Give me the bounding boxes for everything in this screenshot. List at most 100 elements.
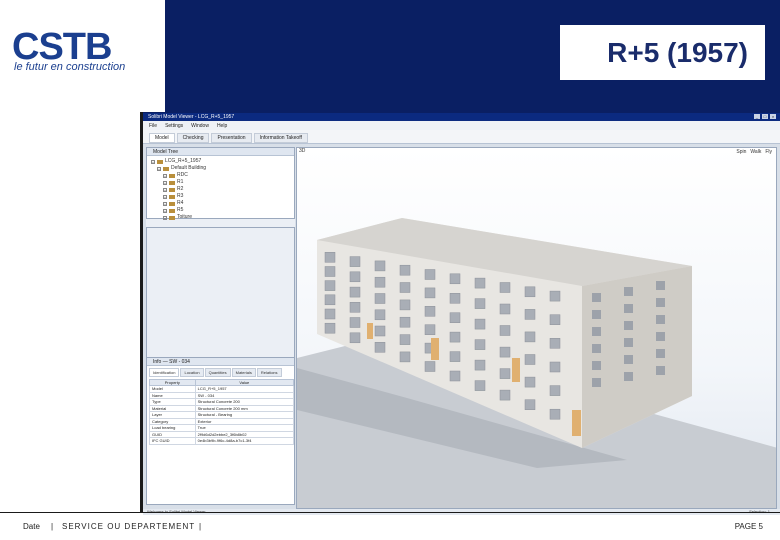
building-window <box>524 399 536 410</box>
building-window <box>624 321 633 330</box>
tree-item[interactable]: + R3 <box>151 193 290 200</box>
building-window <box>374 309 386 321</box>
info-tab-quantities[interactable]: Quantities <box>204 368 231 377</box>
building-window <box>549 290 561 302</box>
building-window <box>324 322 336 334</box>
title-panel: R+5 (1957) <box>560 25 765 80</box>
tree-item[interactable]: + R4 <box>151 200 290 207</box>
building-window <box>474 339 486 350</box>
building-window <box>424 361 436 372</box>
building-window <box>374 293 386 304</box>
info-tab-relations[interactable]: Relations <box>256 368 282 377</box>
menu-window[interactable]: Window <box>191 123 209 129</box>
tree-item[interactable]: + Toiture <box>151 214 290 221</box>
tree-item[interactable]: + R5 <box>151 207 290 214</box>
building-window <box>474 277 486 289</box>
tab-presentation[interactable]: Presentation <box>211 133 252 143</box>
menu-file[interactable]: File <box>149 123 157 129</box>
building-window <box>524 331 536 343</box>
left-margin <box>0 112 143 512</box>
building-window <box>449 351 461 362</box>
close-button[interactable]: × <box>770 114 776 119</box>
building-window <box>349 332 361 344</box>
expand-icon[interactable]: + <box>163 194 167 199</box>
building-window <box>324 308 336 320</box>
property-table: Property Value Model LCG_R+5_1957 Name SW -… <box>149 379 295 445</box>
building-window <box>656 315 665 324</box>
building-window <box>324 252 336 263</box>
tab-checking[interactable]: Checking <box>176 133 210 143</box>
building-window <box>592 361 601 370</box>
expand-icon[interactable]: + <box>163 201 167 206</box>
building-window <box>624 372 633 381</box>
info-tab-identification[interactable]: Identification <box>149 368 180 377</box>
folder-icon <box>157 159 163 164</box>
building-window <box>349 256 361 267</box>
building-window <box>499 303 511 315</box>
left-pane: Model Tree + LCG_R+5_1957 + Default Buildin… <box>146 147 295 509</box>
building-window <box>399 282 411 293</box>
tree-item-label: R3 <box>177 193 184 199</box>
building-window <box>624 355 633 364</box>
cstb-logo: CSTB le futur en construction <box>0 0 160 112</box>
building-window <box>374 260 386 272</box>
building-window <box>474 380 486 391</box>
footer-date: Date <box>23 522 40 531</box>
building-window <box>499 389 511 401</box>
tab-model[interactable]: Model <box>149 133 175 143</box>
model-tree-header: Model Tree <box>147 148 294 156</box>
tree-item-label: R5 <box>177 207 184 213</box>
building-window <box>424 269 436 280</box>
expand-icon[interactable]: + <box>163 180 167 185</box>
footer-separator: | <box>51 522 54 531</box>
tree-item-label: R1 <box>177 179 184 185</box>
building-window <box>374 276 386 288</box>
building-window <box>656 281 665 290</box>
table-row[interactable]: IFC GUID 0e4b3b9b-9f6c-4d8a-b7c1-3f4 <box>149 437 295 445</box>
folder-icon <box>169 208 175 213</box>
building-window <box>549 408 561 420</box>
expand-icon[interactable]: + <box>163 173 167 178</box>
building-3d-model <box>297 218 776 508</box>
tab-information-takeoff[interactable]: Information Takeoff <box>253 133 308 143</box>
info-tab-location[interactable]: Location <box>180 368 204 377</box>
building-window <box>349 271 361 283</box>
building-window <box>474 359 486 371</box>
building-window <box>449 273 461 285</box>
building-window <box>549 314 561 325</box>
menu-settings[interactable]: Settings <box>165 123 183 129</box>
building-window <box>399 351 411 363</box>
expand-icon[interactable]: + <box>157 166 161 171</box>
3d-viewport[interactable]: 3D Spin Walk Fly <box>296 147 777 509</box>
building-window <box>624 338 633 347</box>
tree-item[interactable]: + R1 <box>151 179 290 186</box>
viewer-window: Solibri Model Viewer - LCG_R+5_1957 _ □ … <box>143 112 780 515</box>
model-tree-panel: Model Tree + LCG_R+5_1957 + Default Buildin… <box>146 147 295 221</box>
building-window <box>524 309 536 320</box>
building-window <box>656 349 665 358</box>
building-window <box>549 338 561 349</box>
building-window <box>592 327 601 336</box>
expand-icon[interactable]: + <box>163 215 167 220</box>
minimize-button[interactable]: _ <box>754 114 760 119</box>
ribbon-tabs: Model Checking Presentation Information … <box>143 130 780 144</box>
building-window <box>592 378 601 387</box>
maximize-button[interactable]: □ <box>762 114 768 119</box>
entrance-door <box>367 323 373 339</box>
tree-item[interactable]: + RDC <box>151 172 290 179</box>
tree-item-label: LCG_R+5_1957 <box>165 158 202 164</box>
info-title: Info <box>153 359 162 365</box>
info-tab-materials[interactable]: Materials <box>231 368 256 377</box>
building-window <box>499 346 511 358</box>
tree-item[interactable]: + R2 <box>151 186 290 193</box>
tree-item[interactable]: + Default Building <box>151 165 290 172</box>
entrance-door <box>431 338 439 360</box>
tree-item[interactable]: + LCG_R+5_1957 <box>151 158 290 165</box>
building-window <box>474 318 486 330</box>
tree-item-label: Toiture <box>177 214 193 220</box>
building-window <box>324 280 336 291</box>
expand-icon[interactable]: + <box>151 159 155 164</box>
menu-help[interactable]: Help <box>217 123 227 129</box>
expand-icon[interactable]: + <box>163 208 167 213</box>
expand-icon[interactable]: + <box>163 187 167 192</box>
